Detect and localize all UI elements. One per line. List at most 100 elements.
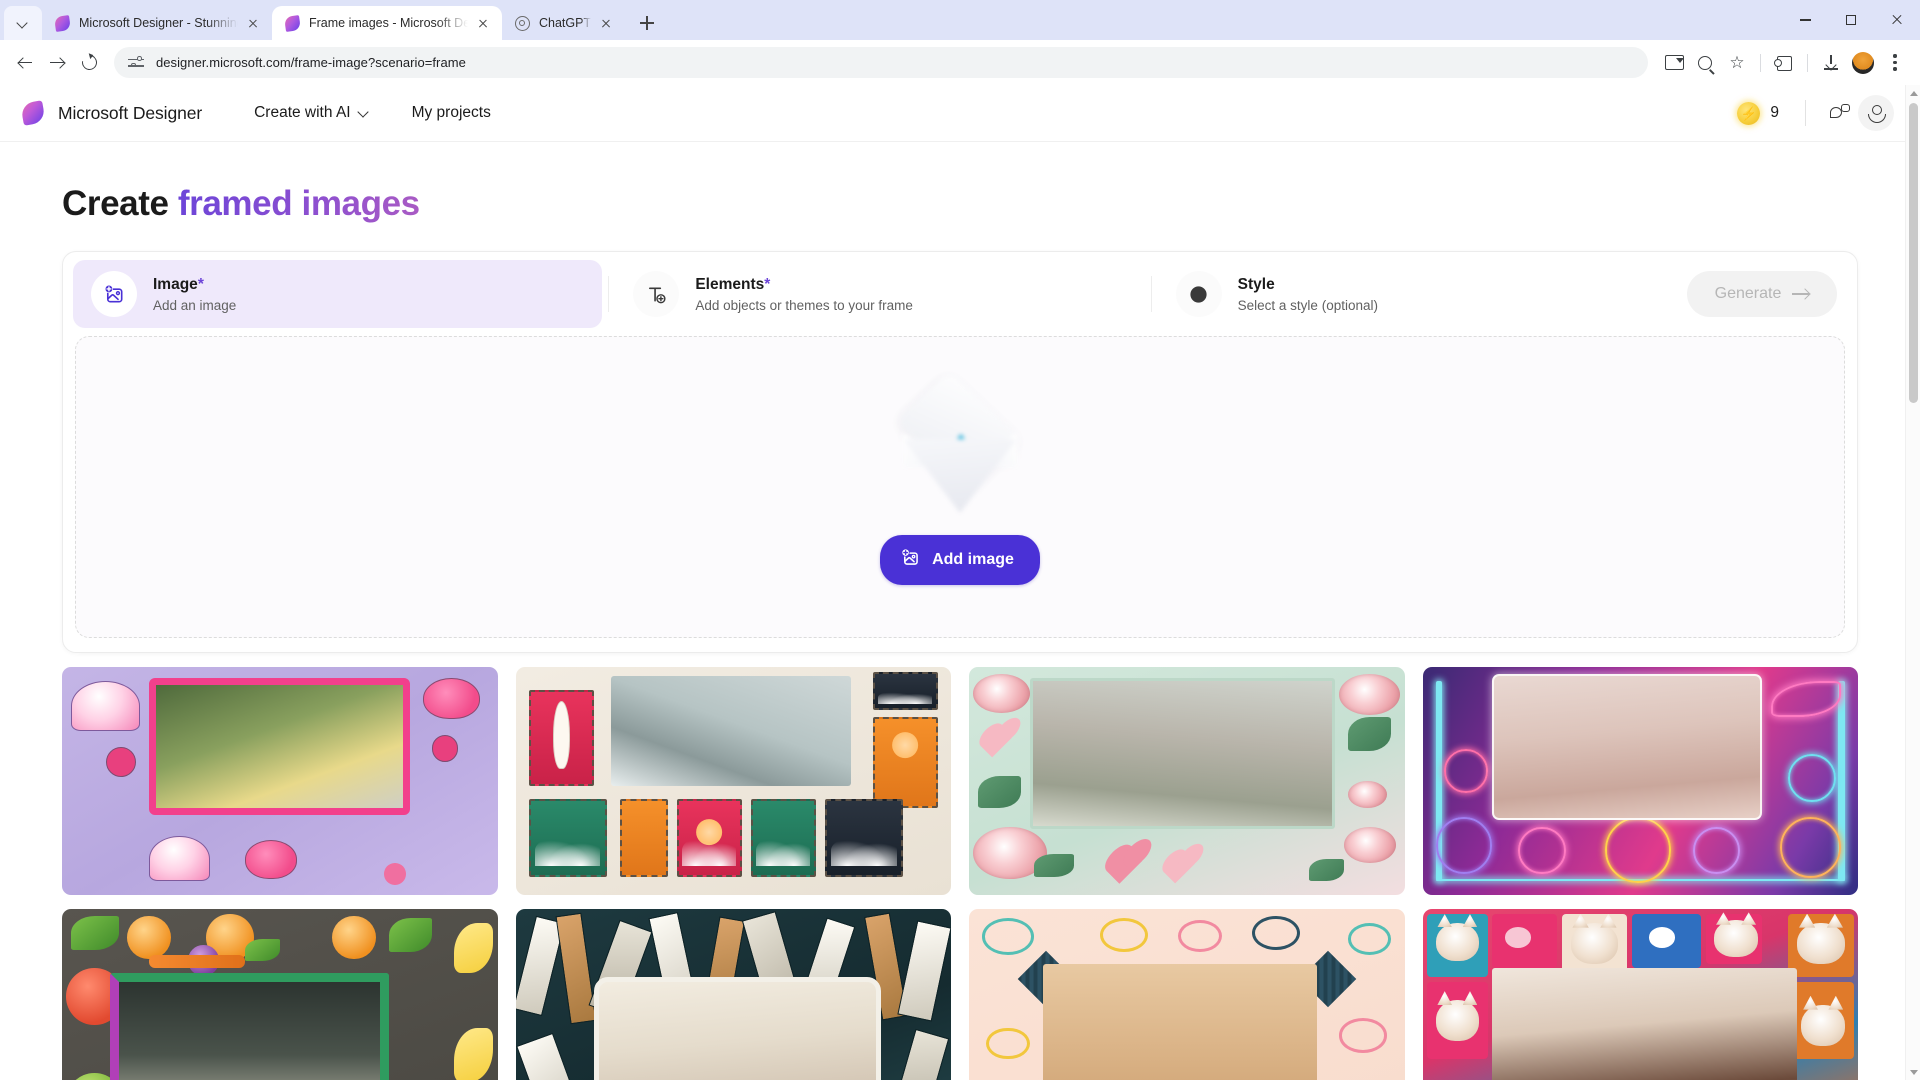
downloads-icon <box>1824 55 1838 70</box>
browser-tab-3[interactable]: ChatGPT <box>502 6 625 40</box>
toolbar-actions: ☆ <box>1658 48 1910 78</box>
frame-template-cupcakes[interactable] <box>62 667 498 895</box>
reload-button[interactable] <box>74 48 104 78</box>
reload-icon <box>78 52 100 73</box>
frame-template-cats[interactable] <box>1422 909 1858 1080</box>
step-text: Style Select a style (optional) <box>1238 275 1378 313</box>
nav-label: My projects <box>411 104 491 121</box>
extensions-button[interactable] <box>1769 48 1799 78</box>
bookmark-button[interactable]: ☆ <box>1722 48 1752 78</box>
frame-template-surf-stamps[interactable] <box>515 667 951 895</box>
maximize-button[interactable] <box>1828 0 1874 40</box>
install-app-button[interactable] <box>1658 48 1688 78</box>
step-title: Image* <box>153 275 204 293</box>
step-elements[interactable]: Elements* Add objects or themes to your … <box>615 260 1144 328</box>
divider <box>1807 53 1808 72</box>
browser-menu-icon <box>1893 54 1897 71</box>
frame-template-wedding[interactable] <box>969 667 1405 895</box>
page-viewport: Microsoft Designer Create with AI My pro… <box>0 85 1920 1080</box>
credits-badge[interactable]: ⚡ 9 <box>1733 98 1789 129</box>
scrollbar-thumb[interactable] <box>1909 103 1918 403</box>
chevron-down-icon <box>1909 1069 1918 1075</box>
extensions-icon <box>1774 55 1792 71</box>
step-subtitle: Add objects or themes to your frame <box>695 298 913 314</box>
add-image-label: Add image <box>932 551 1014 568</box>
step-subtitle: Add an image <box>153 298 237 314</box>
app-header: Microsoft Designer Create with AI My pro… <box>0 85 1920 142</box>
designer-icon <box>53 14 71 32</box>
add-image-button[interactable]: Add image <box>880 535 1040 585</box>
window-controls <box>1782 0 1920 40</box>
divider <box>1760 53 1761 72</box>
image-dropzone[interactable]: Add image <box>75 336 1845 638</box>
upload-envelope-illustration <box>895 371 1025 517</box>
frame-template-fruits[interactable] <box>62 909 498 1080</box>
tab-search-dropdown-button[interactable] <box>4 6 42 40</box>
frame-template-neon-flowers[interactable] <box>1422 667 1858 895</box>
url-text: designer.microsoft.com/frame-image?scena… <box>156 55 466 70</box>
scroll-down-button[interactable] <box>1906 1064 1920 1080</box>
back-button[interactable] <box>10 48 40 78</box>
designer-icon <box>283 14 301 32</box>
profile-button[interactable] <box>1848 48 1878 78</box>
back-arrow-icon <box>18 56 32 70</box>
chevron-down-icon <box>18 18 29 29</box>
zoom-button[interactable] <box>1690 48 1720 78</box>
close-icon[interactable] <box>597 14 615 32</box>
scroll-up-button[interactable] <box>1906 85 1920 101</box>
divider <box>1805 100 1806 126</box>
browser-toolbar: designer.microsoft.com/frame-image?scena… <box>0 40 1920 85</box>
divider <box>1150 276 1152 312</box>
bookmark-star-icon: ☆ <box>1729 53 1745 72</box>
header-actions: ⚡ 9 <box>1733 95 1894 131</box>
chevron-up-icon <box>1909 90 1918 96</box>
page-content: Create framed images Image* Add an image… <box>0 142 1920 1080</box>
feedback-button[interactable] <box>1822 95 1858 131</box>
minimize-icon <box>1799 19 1811 21</box>
frame-inner-photo <box>1029 678 1335 829</box>
new-tab-button[interactable] <box>633 9 661 37</box>
step-image[interactable]: Image* Add an image <box>73 260 603 328</box>
lightning-bolt-coin-icon: ⚡ <box>1737 101 1761 125</box>
forward-button[interactable] <box>42 48 72 78</box>
downloads-button[interactable] <box>1816 48 1846 78</box>
forward-arrow-icon <box>50 56 64 70</box>
close-icon[interactable] <box>244 14 262 32</box>
browser-tab-2[interactable]: Frame images - Microsoft Desig... <box>272 6 502 40</box>
step-style[interactable]: Style Select a style (optional) <box>1158 260 1687 328</box>
address-bar[interactable]: designer.microsoft.com/frame-image?scena… <box>114 47 1648 78</box>
frame-inner-photo <box>593 977 882 1080</box>
close-window-button[interactable] <box>1874 0 1920 40</box>
browser-tab-1[interactable]: Microsoft Designer - Stunning ... <box>42 6 272 40</box>
nav-create-with-ai[interactable]: Create with AI <box>244 98 380 128</box>
arrow-right-icon <box>1792 288 1810 301</box>
step-text: Image* Add an image <box>153 275 236 313</box>
generate-button[interactable]: Generate <box>1686 271 1837 317</box>
frame-template-art-supplies[interactable] <box>515 909 951 1080</box>
page-title-accent: framed images <box>177 184 420 223</box>
step-title: Style <box>1237 275 1275 293</box>
site-settings-icon[interactable] <box>128 56 144 70</box>
add-image-icon <box>91 271 137 317</box>
browser-window: Microsoft Designer - Stunning ... Frame … <box>0 0 1920 1080</box>
microsoft-designer-logo-icon <box>20 100 46 126</box>
minimize-button[interactable] <box>1782 0 1828 40</box>
generate-label: Generate <box>1714 285 1782 302</box>
frame-template-craft[interactable] <box>969 909 1405 1080</box>
frame-inner-photo <box>611 676 851 786</box>
step-text: Elements* Add objects or themes to your … <box>695 275 913 313</box>
close-icon[interactable] <box>474 14 492 32</box>
builder-steps: Image* Add an image Elements* Add object… <box>63 252 1857 336</box>
account-button[interactable] <box>1858 95 1894 131</box>
frame-inner-photo <box>1492 673 1763 820</box>
browser-menu-button[interactable] <box>1880 48 1910 78</box>
nav-label: Create with AI <box>254 104 351 121</box>
tab-title: ChatGPT <box>539 16 592 30</box>
frame-builder-panel: Image* Add an image Elements* Add object… <box>62 251 1858 653</box>
frame-template-gallery <box>62 667 1858 1080</box>
step-title: Elements* <box>695 275 771 293</box>
nav-my-projects[interactable]: My projects <box>402 98 501 128</box>
frame-inner-photo <box>1492 968 1798 1080</box>
page-scrollbar[interactable] <box>1905 85 1920 1080</box>
brand-home-link[interactable]: Microsoft Designer <box>20 100 202 126</box>
